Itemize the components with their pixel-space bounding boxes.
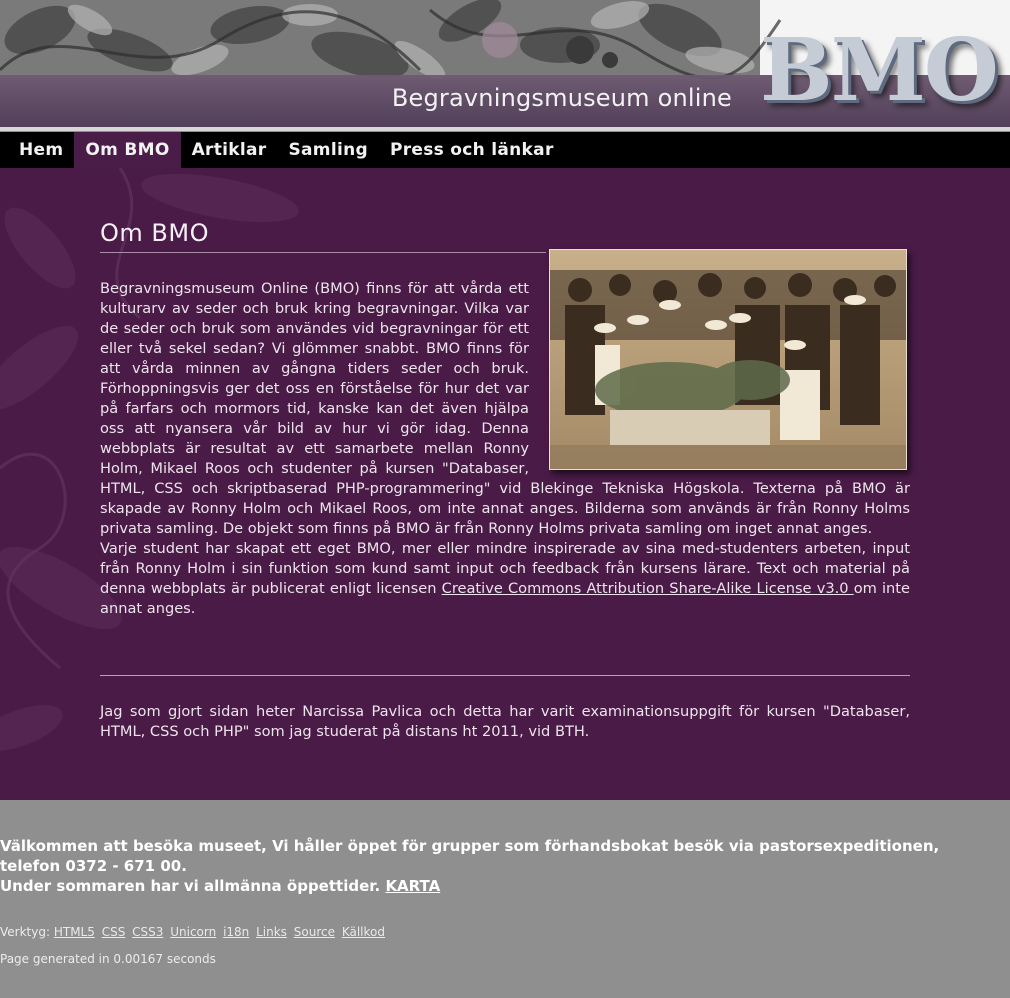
tool-link-source[interactable]: Source bbox=[294, 925, 335, 939]
nav-item-press-och-lankar[interactable]: Press och länkar bbox=[379, 132, 565, 168]
tool-link-unicorn[interactable]: Unicorn bbox=[170, 925, 216, 939]
tools-bar: Verktyg: HTML5 CSS CSS3 Unicorn i18n Lin… bbox=[0, 925, 388, 939]
site-header: Begravningsmuseum online BMO bbox=[0, 0, 1010, 131]
main-content-area: Om BMO Begravningsmuseum Online (BMO) fi… bbox=[0, 168, 1010, 800]
license-paragraph: Varje student har skapat ett eget BMO, m… bbox=[100, 539, 910, 619]
welcome-line-2: Under sommaren har vi allmänna öppettide… bbox=[0, 876, 1000, 896]
tool-link-css[interactable]: CSS bbox=[102, 925, 126, 939]
welcome-message: Välkommen att besöka museet, Vi håller ö… bbox=[0, 836, 1000, 896]
main-navigation: Hem Om BMO Artiklar Samling Press och lä… bbox=[0, 132, 1010, 168]
author-credit: Jag som gjort sidan heter Narcissa Pavli… bbox=[100, 703, 910, 740]
tool-link-kallkod[interactable]: Källkod bbox=[342, 925, 385, 939]
site-subtitle: Begravningsmuseum online bbox=[391, 84, 732, 112]
page-title: Om BMO bbox=[100, 218, 546, 253]
tool-link-i18n[interactable]: i18n bbox=[223, 925, 249, 939]
page-generated-time: Page generated in 0.00167 seconds bbox=[0, 952, 216, 966]
summer-hours-text: Under sommaren har vi allmänna öppettide… bbox=[0, 877, 386, 895]
nav-item-hem[interactable]: Hem bbox=[8, 132, 74, 168]
sepia-funeral-photo bbox=[550, 250, 906, 469]
nav-item-samling[interactable]: Samling bbox=[277, 132, 378, 168]
header-divider bbox=[0, 127, 1010, 131]
tool-link-css3[interactable]: CSS3 bbox=[132, 925, 163, 939]
license-link[interactable]: Creative Commons Attribution Share-Alike… bbox=[442, 580, 854, 597]
content-divider bbox=[100, 675, 910, 676]
tool-link-html5[interactable]: HTML5 bbox=[54, 925, 95, 939]
nav-item-om-bmo[interactable]: Om BMO bbox=[74, 132, 181, 168]
nav-item-artiklar[interactable]: Artiklar bbox=[181, 132, 278, 168]
tools-label: Verktyg: bbox=[0, 925, 51, 939]
site-logo[interactable]: BMO bbox=[760, 28, 999, 114]
site-footer: Välkommen att besöka museet, Vi håller ö… bbox=[0, 800, 1010, 998]
welcome-line-1: Välkommen att besöka museet, Vi håller ö… bbox=[0, 837, 940, 875]
map-link[interactable]: KARTA bbox=[385, 877, 440, 895]
funeral-photo bbox=[549, 249, 907, 470]
tool-link-links[interactable]: Links bbox=[256, 925, 287, 939]
article: Om BMO Begravningsmuseum Online (BMO) fi… bbox=[100, 218, 910, 742]
article-body: Begravningsmuseum Online (BMO) finns för… bbox=[100, 249, 910, 619]
